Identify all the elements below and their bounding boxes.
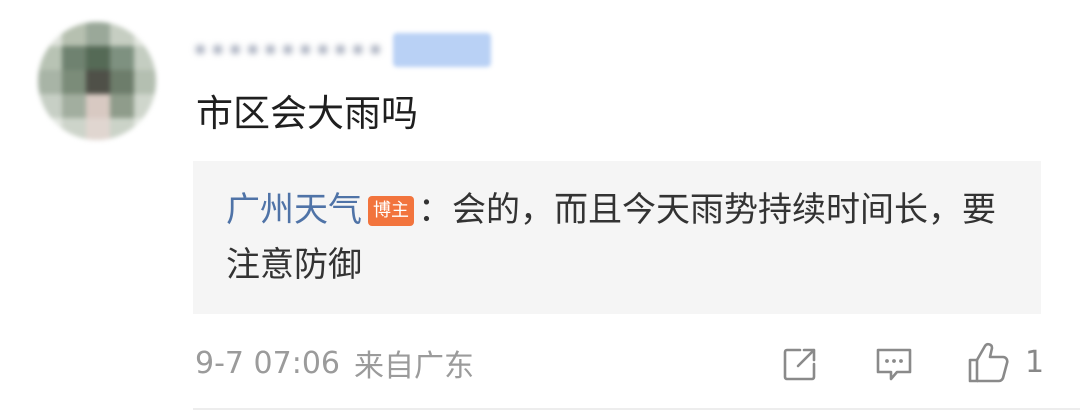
author-badge — [392, 33, 491, 67]
location: 来自广东 — [354, 349, 474, 384]
comment-meta: 9-7 07:06 来自广东 — [195, 340, 474, 386]
timestamp: 9-7 07:06 — [195, 345, 340, 381]
comment-icon[interactable] — [874, 344, 914, 384]
reply-separator: ： — [418, 190, 452, 230]
like-count: 1 — [1025, 345, 1045, 380]
comment-actions: 1 — [770, 340, 1060, 386]
avatar[interactable] — [38, 22, 156, 140]
comment-author[interactable]: ••••••••••• — [192, 30, 491, 70]
blogger-badge: 博主 — [368, 196, 414, 226]
comment-text: 市区会大雨吗 — [196, 92, 418, 135]
reply-box[interactable]: 广州天气 博主 ：会的，而且今天雨势持续时间长，要注意防御 — [193, 161, 1041, 314]
share-icon[interactable] — [780, 344, 820, 384]
divider — [193, 408, 1080, 410]
thumbs-up-icon[interactable] — [966, 341, 1010, 385]
reply-content: 广州天气 博主 ：会的，而且今天雨势持续时间长，要注意防御 — [226, 183, 1016, 293]
author-name[interactable]: ••••••••••• — [192, 34, 385, 67]
reply-author-link[interactable]: 广州天气 — [226, 190, 362, 230]
